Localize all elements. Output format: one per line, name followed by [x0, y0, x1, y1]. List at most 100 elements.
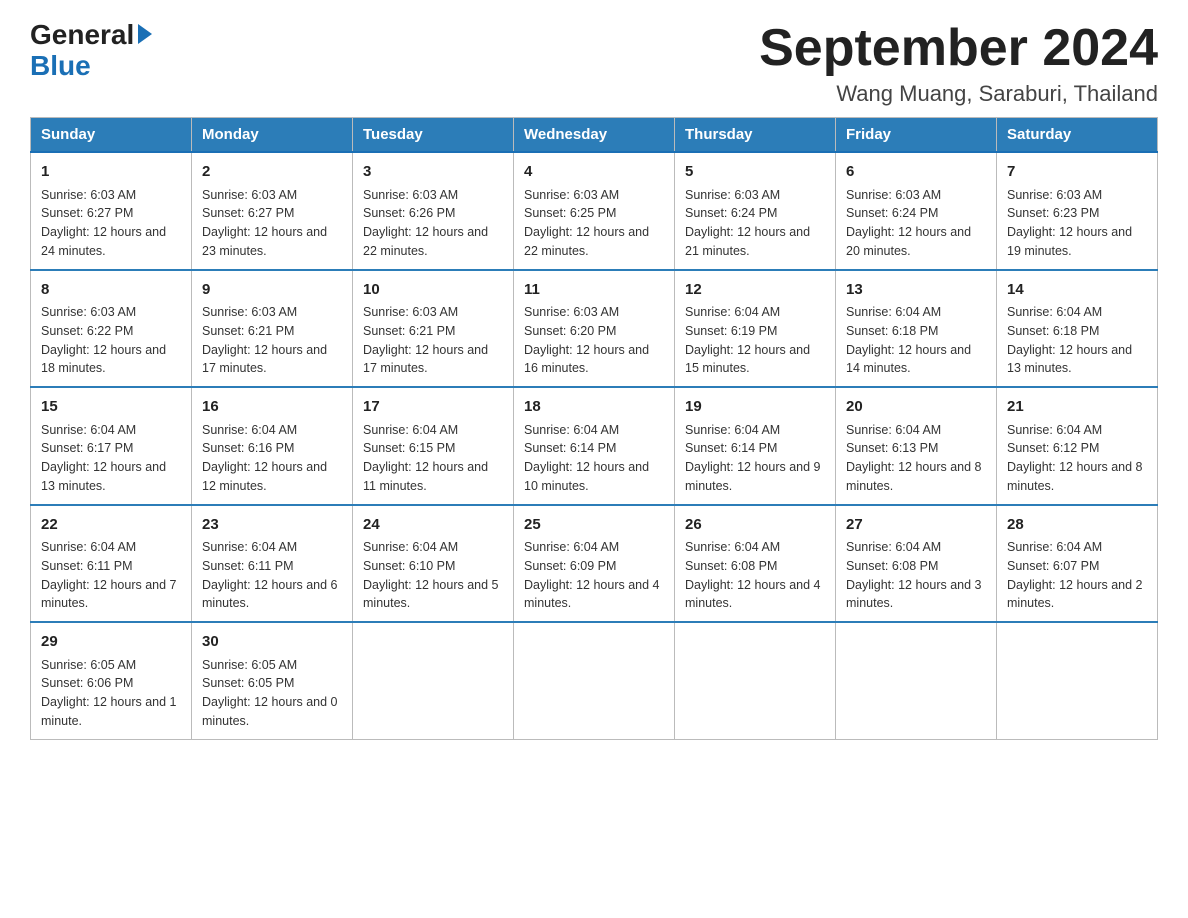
sunrise: Sunrise: 6:03 AM: [202, 188, 297, 202]
sunset: Sunset: 6:06 PM: [41, 676, 133, 690]
day-number: 27: [846, 514, 986, 537]
month-title: September 2024: [759, 20, 1158, 77]
day-number: 9: [202, 279, 342, 302]
daylight: Daylight: 12 hours and 22 minutes.: [524, 225, 649, 258]
calendar-cell: 24Sunrise: 6:04 AMSunset: 6:10 PMDayligh…: [353, 505, 514, 623]
calendar-cell: 15Sunrise: 6:04 AMSunset: 6:17 PMDayligh…: [31, 387, 192, 505]
day-number: 15: [41, 396, 181, 419]
daylight: Daylight: 12 hours and 4 minutes.: [685, 578, 821, 611]
daylight: Daylight: 12 hours and 13 minutes.: [1007, 343, 1132, 376]
sunrise: Sunrise: 6:03 AM: [524, 188, 619, 202]
header-wednesday: Wednesday: [514, 118, 675, 153]
day-number: 29: [41, 631, 181, 654]
calendar-table: Sunday Monday Tuesday Wednesday Thursday…: [30, 117, 1158, 740]
sunset: Sunset: 6:26 PM: [363, 206, 455, 220]
daylight: Daylight: 12 hours and 10 minutes.: [524, 460, 649, 493]
calendar-header-row: Sunday Monday Tuesday Wednesday Thursday…: [31, 118, 1158, 153]
calendar-cell: [997, 622, 1158, 739]
calendar-cell: [675, 622, 836, 739]
day-info: Sunrise: 6:04 AMSunset: 6:19 PMDaylight:…: [685, 303, 825, 378]
sunrise: Sunrise: 6:04 AM: [202, 423, 297, 437]
day-info: Sunrise: 6:04 AMSunset: 6:11 PMDaylight:…: [202, 538, 342, 613]
sunset: Sunset: 6:08 PM: [846, 559, 938, 573]
sunrise: Sunrise: 6:04 AM: [524, 540, 619, 554]
calendar-week-row-3: 15 Sunrise: 6:04 AM Sunset: 6:17 PM Dayligh…: [31, 387, 1158, 505]
calendar-cell: 7Sunrise: 6:03 AMSunset: 6:23 PMDaylight…: [997, 152, 1158, 270]
sunset: Sunset: 6:14 PM: [524, 441, 616, 455]
day-number: 22: [41, 514, 181, 537]
day-number: 11: [524, 279, 664, 302]
sunset: Sunset: 6:27 PM: [41, 206, 133, 220]
calendar-cell: 18Sunrise: 6:04 AMSunset: 6:14 PMDayligh…: [514, 387, 675, 505]
sunrise: Sunrise: 6:05 AM: [41, 658, 136, 672]
title-area: September 2024 Wang Muang, Saraburi, Tha…: [759, 20, 1158, 107]
calendar-cell: 23Sunrise: 6:04 AMSunset: 6:11 PMDayligh…: [192, 505, 353, 623]
sunrise: Sunrise: 6:04 AM: [685, 423, 780, 437]
daylight: Daylight: 12 hours and 22 minutes.: [363, 225, 488, 258]
daylight: Daylight: 12 hours and 19 minutes.: [1007, 225, 1132, 258]
logo-triangle-icon: [138, 24, 152, 44]
sunrise: Sunrise: 6:03 AM: [846, 188, 941, 202]
calendar-cell: 4Sunrise: 6:03 AMSunset: 6:25 PMDaylight…: [514, 152, 675, 270]
sunset: Sunset: 6:17 PM: [41, 441, 133, 455]
day-info: Sunrise: 6:03 AMSunset: 6:27 PMDaylight:…: [41, 186, 181, 261]
sunrise: Sunrise: 6:04 AM: [685, 540, 780, 554]
day-info: Sunrise: 6:04 AMSunset: 6:13 PMDaylight:…: [846, 421, 986, 496]
day-number: 20: [846, 396, 986, 419]
daylight: Daylight: 12 hours and 4 minutes.: [524, 578, 660, 611]
daylight: Daylight: 12 hours and 11 minutes.: [363, 460, 488, 493]
calendar-cell: 14Sunrise: 6:04 AMSunset: 6:18 PMDayligh…: [997, 270, 1158, 388]
daylight: Daylight: 12 hours and 15 minutes.: [685, 343, 810, 376]
day-info: Sunrise: 6:03 AMSunset: 6:24 PMDaylight:…: [846, 186, 986, 261]
day-info: Sunrise: 6:03 AM Sunset: 6:24 PM Daylight:…: [685, 186, 825, 261]
sunset: Sunset: 6:24 PM: [685, 206, 777, 220]
day-number: 4: [524, 161, 664, 184]
sunrise: Sunrise: 6:04 AM: [1007, 540, 1102, 554]
daylight: Daylight: 12 hours and 1 minute.: [41, 695, 177, 728]
day-info: Sunrise: 6:04 AM Sunset: 6:08 PM Daylight:…: [846, 538, 986, 613]
sunset: Sunset: 6:14 PM: [685, 441, 777, 455]
sunrise: Sunrise: 6:03 AM: [685, 188, 780, 202]
day-info: Sunrise: 6:04 AMSunset: 6:11 PMDaylight:…: [41, 538, 181, 613]
day-info: Sunrise: 6:04 AMSunset: 6:08 PMDaylight:…: [685, 538, 825, 613]
sunrise: Sunrise: 6:04 AM: [41, 423, 136, 437]
sunset: Sunset: 6:21 PM: [363, 324, 455, 338]
sunrise: Sunrise: 6:03 AM: [202, 305, 297, 319]
day-number: 12: [685, 279, 825, 302]
header-sunday: Sunday: [31, 118, 192, 153]
day-number: 1: [41, 161, 181, 184]
header-monday: Monday: [192, 118, 353, 153]
header-thursday: Thursday: [675, 118, 836, 153]
sunset: Sunset: 6:12 PM: [1007, 441, 1099, 455]
sunrise: Sunrise: 6:04 AM: [846, 540, 941, 554]
sunrise: Sunrise: 6:04 AM: [41, 540, 136, 554]
day-number: 19: [685, 396, 825, 419]
sunrise: Sunrise: 6:04 AM: [524, 423, 619, 437]
header-tuesday: Tuesday: [353, 118, 514, 153]
logo-blue-text: Blue: [30, 51, 91, 82]
sunset: Sunset: 6:24 PM: [846, 206, 938, 220]
day-info: Sunrise: 6:04 AMSunset: 6:09 PMDaylight:…: [524, 538, 664, 613]
calendar-cell: 10Sunrise: 6:03 AMSunset: 6:21 PMDayligh…: [353, 270, 514, 388]
logo: General Blue: [30, 20, 152, 82]
calendar-cell: 1Sunrise: 6:03 AMSunset: 6:27 PMDaylight…: [31, 152, 192, 270]
day-number: 28: [1007, 514, 1147, 537]
sunrise: Sunrise: 6:04 AM: [363, 423, 458, 437]
daylight: Daylight: 12 hours and 17 minutes.: [363, 343, 488, 376]
daylight: Daylight: 12 hours and 6 minutes.: [202, 578, 338, 611]
sunrise: Sunrise: 6:04 AM: [846, 305, 941, 319]
daylight: Daylight: 12 hours and 8 minutes.: [846, 460, 982, 493]
calendar-week-row-2: 8Sunrise: 6:03 AMSunset: 6:22 PMDaylight…: [31, 270, 1158, 388]
sunset: Sunset: 6:11 PM: [41, 559, 133, 573]
day-number: 8: [41, 279, 181, 302]
daylight: Daylight: 12 hours and 3 minutes.: [846, 578, 982, 611]
sunset: Sunset: 6:19 PM: [685, 324, 777, 338]
daylight: Daylight: 12 hours and 21 minutes.: [685, 225, 810, 258]
day-number: 21: [1007, 396, 1147, 419]
sunset: Sunset: 6:15 PM: [363, 441, 455, 455]
day-number: 13: [846, 279, 986, 302]
day-number: 3: [363, 161, 503, 184]
header: General Blue September 2024 Wang Muang, …: [30, 20, 1158, 107]
calendar-cell: 21Sunrise: 6:04 AMSunset: 6:12 PMDayligh…: [997, 387, 1158, 505]
daylight: Daylight: 12 hours and 8 minutes.: [1007, 460, 1143, 493]
